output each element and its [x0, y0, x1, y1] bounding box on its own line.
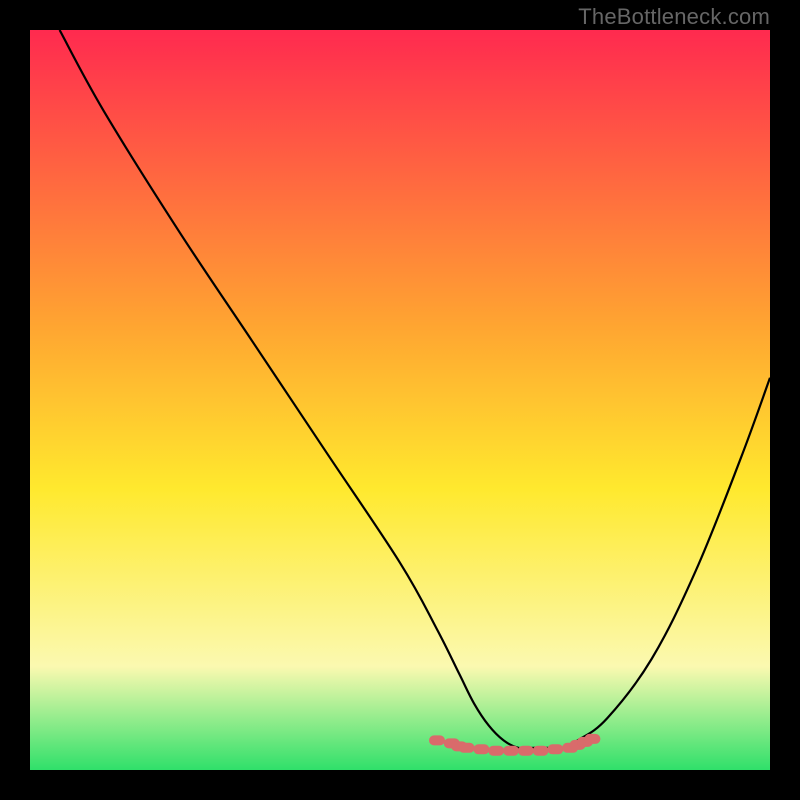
watermark-text: TheBottleneck.com — [578, 4, 770, 30]
bottom-band-markers — [429, 734, 600, 756]
bottom-band-marker — [547, 744, 563, 754]
bottom-band-marker — [533, 746, 549, 756]
bottom-band-marker — [518, 746, 534, 756]
curve-layer — [30, 30, 770, 770]
bottom-band-marker — [473, 744, 489, 754]
chart-stage: TheBottleneck.com — [0, 0, 800, 800]
bottom-band-marker — [488, 746, 504, 756]
bottom-band-marker — [503, 746, 519, 756]
bottom-band-marker — [429, 735, 445, 745]
bottleneck-curve — [60, 30, 770, 748]
bottom-band-marker — [459, 743, 475, 753]
plot-area — [30, 30, 770, 770]
bottom-band-marker — [584, 734, 600, 744]
